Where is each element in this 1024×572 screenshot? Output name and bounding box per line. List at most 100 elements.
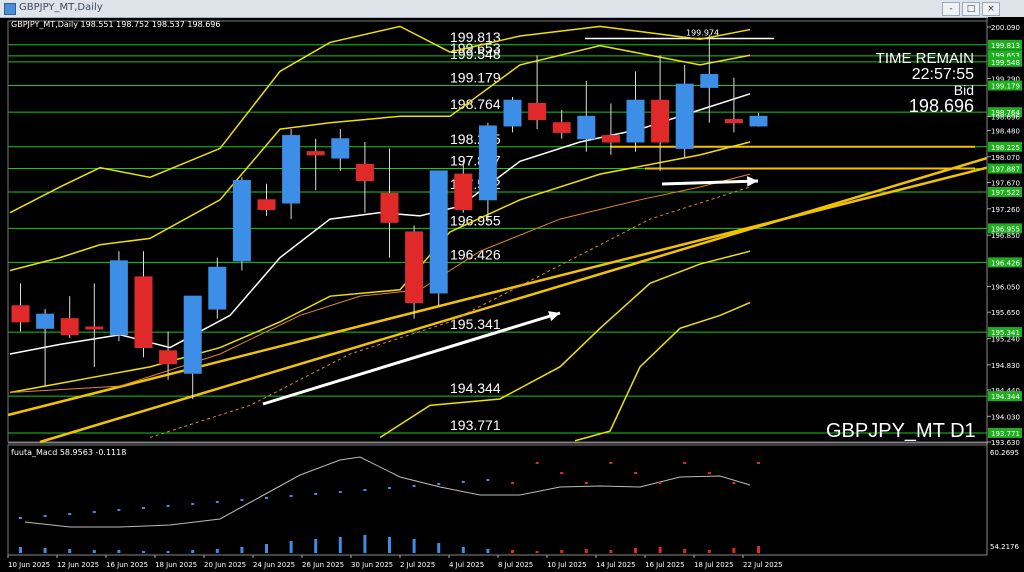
title-bar[interactable]: GBPJPY_MT,Daily - □ × <box>0 0 1024 18</box>
x-axis-label: 18 Jun 2025 <box>155 561 197 569</box>
minimize-button[interactable]: - <box>942 2 960 16</box>
macd-dot <box>19 517 22 519</box>
right-axis-label: 198.070 <box>991 154 1020 162</box>
bid-value: 198.696 <box>908 96 974 116</box>
x-axis-label: 18 Jul 2025 <box>694 561 734 569</box>
candle-body <box>405 231 424 304</box>
level-label: 193.771 <box>450 417 501 433</box>
support-trendline <box>7 166 988 417</box>
macd-dot <box>412 485 416 487</box>
macd-dot <box>732 482 736 484</box>
candle-body <box>380 192 399 223</box>
candle-body <box>208 266 227 310</box>
macd-dot <box>461 481 465 483</box>
macd-dot <box>117 509 121 511</box>
candle-body <box>60 318 79 336</box>
macd-dot <box>43 515 47 517</box>
symbol-label: GBPJPY_MT D1 <box>826 420 976 442</box>
candle-body <box>331 138 350 159</box>
macd-axis-top: 60.2695 <box>990 449 1019 457</box>
macd-dot <box>338 491 342 493</box>
time-remain-label: TIME REMAIN <box>875 50 974 67</box>
macd-dot <box>289 495 293 497</box>
macd-dot <box>634 472 637 474</box>
right-axis-label: 195.240 <box>991 336 1020 344</box>
right-axis-label: 196.426 <box>991 259 1020 267</box>
right-axis-label: 199.548 <box>991 59 1020 67</box>
x-axis-label: 2 Jul 2025 <box>400 561 435 569</box>
chart-window[interactable]: GBPJPY_MT,Daily - □ × 199.813 199.653 199.… <box>0 0 1024 572</box>
macd-dot <box>437 483 441 485</box>
right-axis-label: 198.225 <box>991 144 1020 152</box>
right-axis-label: 194.830 <box>991 362 1020 370</box>
candle-body <box>749 115 768 127</box>
candle-body <box>503 99 522 127</box>
candle-body <box>577 115 596 140</box>
candle-body <box>257 199 276 210</box>
close-button[interactable]: × <box>982 2 1000 16</box>
macd-signal-line <box>24 456 751 528</box>
right-axis-label: 197.260 <box>991 206 1020 214</box>
macd-dot <box>191 503 195 505</box>
candle-body <box>355 163 374 182</box>
window-title: GBPJPY_MT,Daily <box>19 2 103 13</box>
x-axis-label: 10 Jul 2025 <box>547 561 587 569</box>
right-axis-label: 195.650 <box>991 309 1020 317</box>
macd-dot <box>388 487 391 489</box>
macd-dot <box>363 489 367 491</box>
right-axis-bg <box>988 17 1024 572</box>
candle-body <box>11 305 30 323</box>
macd-dot <box>707 472 711 474</box>
sideways-arrow-head <box>747 176 758 187</box>
candle-body <box>183 295 202 374</box>
upper-band-inner <box>9 44 751 272</box>
right-axis-label: 197.670 <box>991 179 1020 187</box>
x-axis-label: 16 Jun 2025 <box>106 561 148 569</box>
x-axis-label: 20 Jun 2025 <box>204 561 246 569</box>
candle-body <box>478 125 497 201</box>
candle-body <box>675 83 694 149</box>
macd-dot <box>92 511 96 513</box>
x-axis-label: 26 Jun 2025 <box>302 561 344 569</box>
macd-dot <box>560 472 564 474</box>
candle-body <box>282 135 301 204</box>
candle-body <box>159 350 178 365</box>
candle-body <box>724 119 743 124</box>
chart-header: GBPJPY_MT,Daily 198.551 198.752 198.537 … <box>11 20 221 29</box>
candle-body <box>232 180 251 262</box>
candle-body <box>36 313 55 329</box>
sideways-arrow <box>661 179 759 186</box>
x-axis-label: 14 Jul 2025 <box>596 561 636 569</box>
candle-body <box>134 276 153 349</box>
candle-body <box>552 122 571 133</box>
macd-dot <box>142 507 145 509</box>
price-chart[interactable]: 199.813199.653199.548199.179198.764198.2… <box>0 17 1024 572</box>
right-axis-label: 193.771 <box>991 430 1020 438</box>
candle-body <box>454 173 473 210</box>
macd-dot <box>68 513 72 515</box>
macd-dot <box>658 482 662 484</box>
lower-band-outer <box>574 301 751 442</box>
x-axis-label: 12 Jun 2025 <box>57 561 99 569</box>
candle-body <box>85 326 104 330</box>
right-axis-label: 199.179 <box>991 83 1020 91</box>
right-axis-label: 197.887 <box>991 166 1020 174</box>
candle-body <box>626 99 645 143</box>
level-label: 199.179 <box>450 70 501 86</box>
macd-dot <box>166 505 170 507</box>
x-axis-label: 16 Jul 2025 <box>645 561 685 569</box>
macd-dot <box>265 497 268 499</box>
macd-frame <box>7 444 988 556</box>
macd-dot <box>757 462 760 464</box>
macd-dot <box>535 462 539 464</box>
macd-dot <box>609 462 613 464</box>
macd-axis-bottom: 54.2176 <box>990 543 1019 551</box>
right-axis-label: 193.630 <box>991 439 1020 447</box>
candle-body <box>429 170 448 294</box>
x-axis-label: 22 Jul 2025 <box>743 561 783 569</box>
chart-window-icon <box>4 3 16 15</box>
maximize-button[interactable]: □ <box>962 2 980 16</box>
candle-body <box>528 102 547 121</box>
macd-dot <box>240 499 244 501</box>
right-axis-label: 197.522 <box>991 189 1020 197</box>
